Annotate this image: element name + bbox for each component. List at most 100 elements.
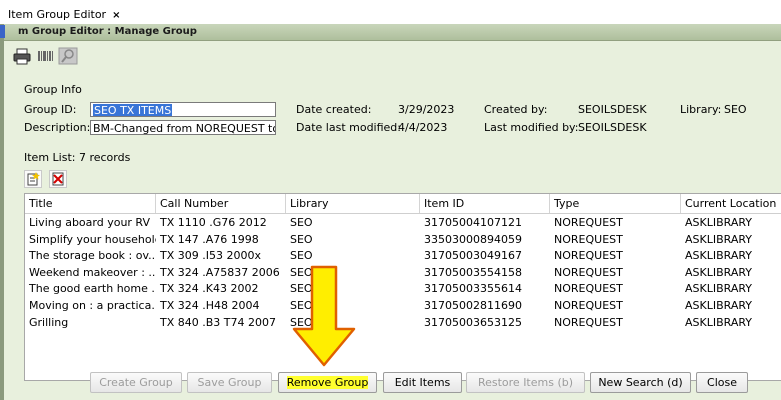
- remove-item-icon: [52, 172, 64, 186]
- cell-current-location: ASKLIBRARY: [685, 315, 753, 329]
- cell-library: SEO: [290, 265, 313, 279]
- printer-icon[interactable]: [12, 46, 32, 66]
- barcode-icon[interactable]: [36, 46, 56, 66]
- save-group-label: Save Group: [197, 376, 262, 389]
- new-search-button[interactable]: New Search (d): [590, 372, 691, 393]
- create-group-label: Create Group: [99, 376, 173, 389]
- tab-item-group-editor[interactable]: Item Group Editor ×: [0, 6, 129, 24]
- group-id-field[interactable]: SEO TX ITEMS: [90, 102, 276, 117]
- column-header-call-number[interactable]: Call Number: [156, 194, 286, 213]
- column-header-type[interactable]: Type: [550, 194, 681, 213]
- cell-type: NOREQUEST: [554, 232, 623, 246]
- search-disabled-icon: [58, 46, 78, 66]
- remove-item-button[interactable]: [49, 170, 67, 188]
- cell-current-location: ASKLIBRARY: [685, 216, 753, 229]
- cell-item-id: 31705003355614: [424, 282, 522, 296]
- cell-current-location: ASKLIBRARY: [685, 299, 753, 312]
- window-title: m Group Editor : Manage Group: [18, 26, 197, 37]
- tab-title: Item Group Editor: [8, 8, 107, 21]
- column-header-title[interactable]: Title: [25, 194, 156, 213]
- date-modified-value: 4/4/2023: [398, 121, 448, 134]
- cell-item-id: 31705004107121: [424, 216, 522, 229]
- group-id-value: SEO TX ITEMS: [93, 104, 173, 117]
- cell-call-number: TX 309 .I53 2000x: [160, 249, 261, 263]
- cell-current-location: ASKLIBRARY: [685, 249, 753, 263]
- cell-item-id: 33503000894059: [424, 232, 522, 246]
- cell-type: NOREQUEST: [554, 315, 623, 329]
- close-label: Close: [707, 376, 737, 389]
- edit-items-button[interactable]: Edit Items: [383, 372, 462, 393]
- tab-bar: Item Group Editor ×: [0, 0, 781, 24]
- cell-type: NOREQUEST: [554, 299, 623, 312]
- add-item-button[interactable]: [24, 170, 42, 188]
- cell-title: Simplify your household: [29, 232, 156, 246]
- new-search-label: New Search (d): [598, 376, 683, 389]
- add-item-icon: [27, 172, 40, 186]
- cell-type: NOREQUEST: [554, 249, 623, 263]
- cell-library: SEO: [290, 282, 313, 296]
- cell-item-id: 31705003049167: [424, 249, 522, 263]
- cell-call-number: TX 324 .K43 2002: [160, 282, 259, 296]
- cell-type: NOREQUEST: [554, 216, 623, 229]
- table-row[interactable]: Simplify your household TX 147 .A76 1998 S…: [25, 231, 781, 248]
- created-by-value: SEOILSDESK: [578, 103, 647, 116]
- window-titlebar: m Group Editor : Manage Group: [0, 24, 781, 41]
- restore-items-label: Restore Items (b): [477, 376, 574, 389]
- remove-group-button[interactable]: Remove Group: [278, 372, 377, 393]
- column-header-item-id[interactable]: Item ID: [420, 194, 550, 213]
- date-created-label: Date created:: [296, 103, 372, 116]
- description-label: Description:: [24, 121, 91, 134]
- cell-item-id: 31705002811690: [424, 299, 522, 312]
- save-group-button: Save Group: [187, 372, 272, 393]
- cell-library: SEO: [290, 249, 313, 263]
- cell-library: SEO: [290, 216, 313, 229]
- cell-current-location: ASKLIBRARY: [685, 232, 753, 246]
- editor-window: m Group Editor : Manage Group Group Info…: [0, 24, 781, 400]
- table-row[interactable]: Moving on : a practica... TX 324 .H48 200…: [25, 297, 781, 314]
- cell-title: The storage book : ov...: [29, 249, 156, 263]
- cell-library: SEO: [290, 299, 313, 312]
- cell-item-id: 31705003554158: [424, 265, 522, 279]
- cell-type: NOREQUEST: [554, 282, 623, 296]
- modified-by-label: Last modified by:: [484, 121, 579, 134]
- group-id-label: Group ID:: [24, 103, 77, 116]
- description-field[interactable]: BM-Changed from NOREQUEST to I: [90, 120, 276, 135]
- table-row[interactable]: The storage book : ov... TX 309 .I53 2000…: [25, 247, 781, 264]
- cell-call-number: TX 147 .A76 1998: [160, 232, 259, 246]
- remove-group-label: Remove Group: [286, 376, 369, 389]
- modified-by-value: SEOILSDESK: [578, 121, 647, 134]
- close-tab-icon[interactable]: ×: [112, 10, 120, 21]
- library-value: SEO: [724, 103, 747, 116]
- table-row[interactable]: Living aboard your RV TX 1110 .G76 2012 SE…: [25, 214, 781, 231]
- create-group-button: Create Group: [90, 372, 182, 393]
- group-info-heading: Group Info: [24, 83, 82, 96]
- date-modified-label: Date last modified:: [296, 121, 401, 134]
- table-row[interactable]: The good earth home ... TX 324 .K43 2002 S…: [25, 280, 781, 297]
- column-header-current-location[interactable]: Current Location: [681, 194, 781, 213]
- table-header: Title Call Number Library Item ID Type C…: [25, 194, 781, 214]
- cell-call-number: TX 324 .A75837 2006: [160, 265, 280, 279]
- table-row[interactable]: Grilling TX 840 .B3 T74 2007 SEO 3170500365…: [25, 314, 781, 331]
- close-button[interactable]: Close: [696, 372, 748, 393]
- edit-items-label: Edit Items: [394, 376, 451, 389]
- cell-call-number: TX 324 .H48 2004: [160, 299, 260, 312]
- cell-type: NOREQUEST: [554, 265, 623, 279]
- cell-current-location: ASKLIBRARY: [685, 265, 753, 279]
- cell-call-number: TX 840 .B3 T74 2007: [160, 315, 276, 329]
- cell-title: Living aboard your RV: [29, 216, 150, 229]
- cell-library: SEO: [290, 315, 313, 329]
- library-label: Library:: [680, 103, 722, 116]
- cell-title: Grilling: [29, 315, 69, 329]
- created-by-label: Created by:: [484, 103, 548, 116]
- table-row[interactable]: Weekend makeover : ... TX 324 .A75837 200…: [25, 264, 781, 281]
- date-created-value: 3/29/2023: [398, 103, 455, 116]
- cell-current-location: ASKLIBRARY: [685, 282, 753, 296]
- cell-title: Moving on : a practica...: [29, 299, 156, 312]
- cell-item-id: 31705003653125: [424, 315, 522, 329]
- column-header-library[interactable]: Library: [286, 194, 420, 213]
- restore-items-button: Restore Items (b): [466, 372, 585, 393]
- item-list-heading: Item List: 7 records: [24, 151, 131, 164]
- cell-title: Weekend makeover : ...: [29, 265, 156, 279]
- cell-title: The good earth home ...: [29, 282, 156, 296]
- item-table: Title Call Number Library Item ID Type C…: [24, 193, 781, 381]
